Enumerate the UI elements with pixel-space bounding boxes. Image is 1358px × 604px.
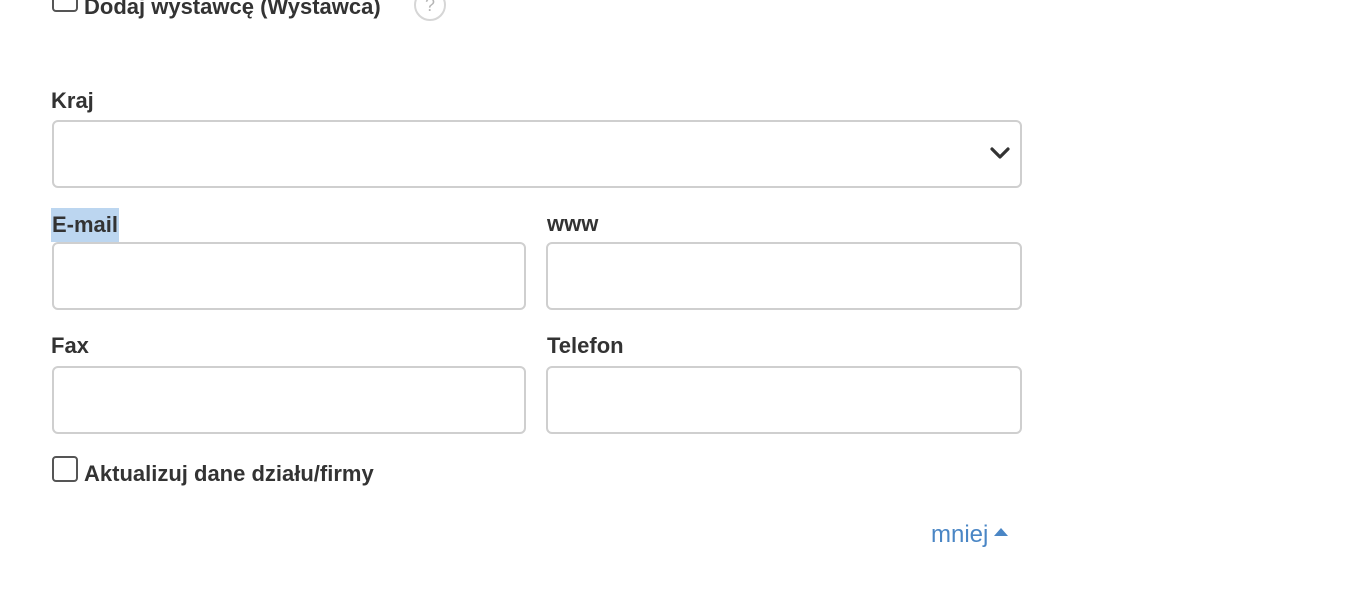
fax-input[interactable] — [52, 366, 526, 434]
country-select[interactable] — [52, 120, 1022, 188]
www-label: www — [547, 211, 599, 236]
update-company-label: Aktualizuj dane działu/firmy — [84, 461, 374, 486]
country-label: Kraj — [51, 88, 94, 113]
phone-label: Telefon — [547, 333, 624, 358]
help-icon[interactable]: ? — [414, 0, 446, 21]
less-link[interactable]: mniej — [931, 520, 1009, 550]
www-input[interactable] — [546, 242, 1022, 310]
chevron-down-icon — [990, 147, 1010, 159]
caret-up-icon — [994, 528, 1009, 536]
add-exhibitor-label: Dodaj wystawcę (Wystawca) — [84, 0, 381, 19]
email-input[interactable] — [52, 242, 526, 310]
add-exhibitor-checkbox[interactable] — [52, 0, 78, 12]
less-link-label: mniej — [931, 521, 989, 548]
fax-label: Fax — [51, 333, 89, 358]
phone-input[interactable] — [546, 366, 1022, 434]
email-label: E-mail — [51, 208, 120, 242]
update-company-checkbox[interactable] — [52, 456, 78, 482]
